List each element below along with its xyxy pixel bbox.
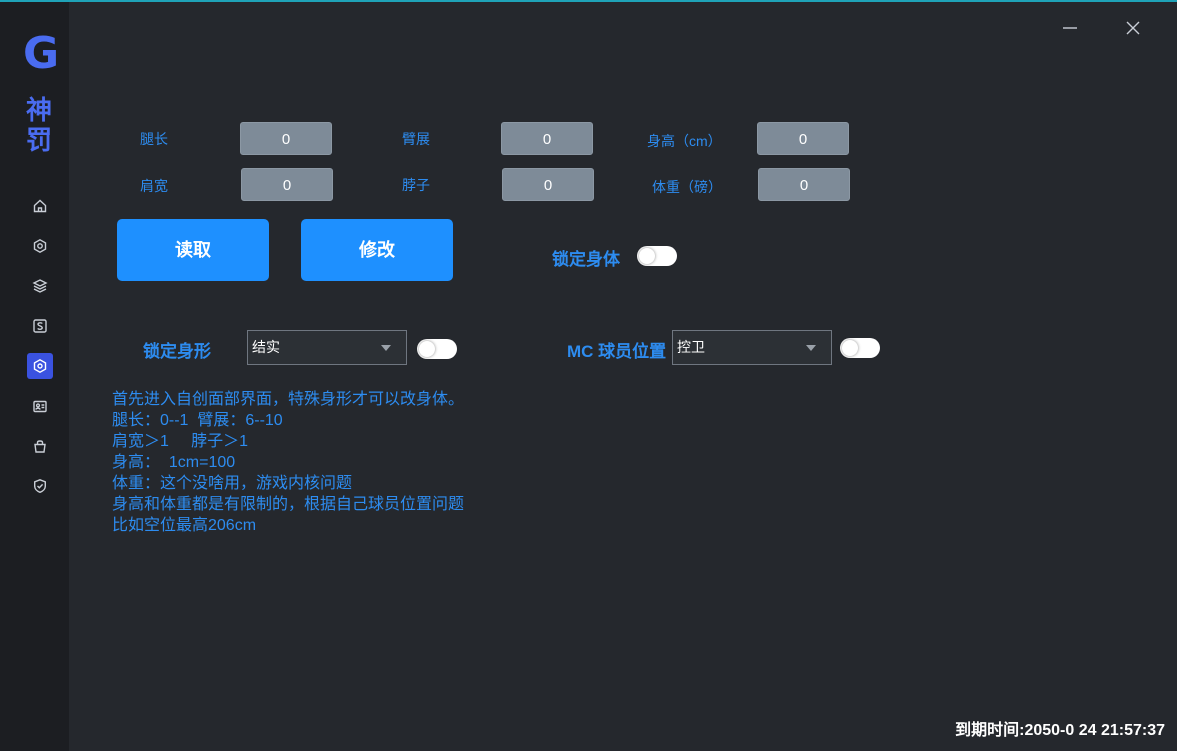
position-select[interactable]: 控卫 (672, 330, 832, 365)
mc-position-label: MC 球员位置 (567, 342, 667, 361)
close-icon (1126, 21, 1140, 35)
shoulder-width-label: 肩宽 (140, 178, 168, 194)
lock-shape-label: 锁定身形 (143, 342, 211, 361)
logo-char-1: 神 (25, 96, 52, 126)
app-logo: G (22, 28, 60, 79)
leg-length-label: 腿长 (140, 131, 168, 147)
minimize-button[interactable] (1058, 16, 1082, 40)
gear-hexagon-icon (33, 238, 47, 254)
sidebar-item-shop[interactable] (27, 433, 53, 459)
sidebar-item-account[interactable] (27, 393, 53, 419)
leg-length-field[interactable]: 0 (240, 122, 332, 155)
shoulder-width-field[interactable]: 0 (241, 168, 333, 201)
chevron-down-icon (381, 345, 391, 351)
mc-position-toggle[interactable] (840, 338, 880, 358)
note-line: 身高和体重都是有限制的，根据自己球员位置问题 (112, 496, 465, 513)
hexagon-target-icon (33, 358, 47, 374)
height-field[interactable]: 0 (757, 122, 849, 155)
height-label: 身高（cm） (647, 133, 722, 149)
sidebar: G 神 罚 (0, 2, 69, 751)
note-line: 体重：这个没啥用，游戏内核问题 (112, 475, 353, 492)
position-selected: 控卫 (677, 339, 705, 355)
sidebar-item-home[interactable] (27, 193, 53, 219)
lock-shape-toggle[interactable] (417, 339, 457, 359)
basket-icon (34, 440, 46, 453)
toggle-knob (419, 341, 435, 357)
note-line: 首先进入自创面部界面，特殊身形才可以改身体。 (112, 391, 465, 408)
close-button[interactable] (1121, 16, 1145, 40)
note-line: 比如空位最高206cm (112, 517, 257, 534)
home-icon (33, 199, 47, 213)
weight-label: 体重（磅） (652, 179, 722, 195)
arm-span-label: 臂展 (402, 131, 430, 147)
note-line: 身高： 1cm=100 (112, 454, 236, 471)
toggle-knob (639, 248, 655, 264)
read-button[interactable]: 读取 (117, 219, 269, 281)
arm-span-field[interactable]: 0 (501, 122, 593, 155)
s-box-icon (33, 319, 47, 333)
note-line: 腿长：0--1 臂展：6--10 (112, 412, 283, 429)
note-line: 肩宽＞1 脖子＞1 (112, 433, 249, 450)
sidebar-item-body[interactable] (27, 353, 53, 379)
toggle-knob (842, 340, 858, 356)
minimize-icon (1063, 27, 1077, 29)
modify-button[interactable]: 修改 (301, 219, 453, 281)
sidebar-item-s[interactable] (27, 313, 53, 339)
id-card-icon (33, 400, 47, 413)
body-shape-selected: 结实 (252, 339, 280, 355)
logo-char-2: 罚 (25, 126, 52, 156)
sidebar-item-security[interactable] (27, 473, 53, 499)
shield-check-icon (34, 479, 46, 494)
neck-label: 脖子 (402, 177, 430, 193)
lock-body-toggle[interactable] (637, 246, 677, 266)
instructions-text: 首先进入自创面部界面，特殊身形才可以改身体。 腿长：0--1 臂展：6--10 … (112, 389, 464, 536)
body-shape-select[interactable]: 结实 (247, 330, 407, 365)
app-logo-text: 神 罚 (24, 96, 54, 156)
expiry-time: 到期时间:2050-0 24 21:57:37 (955, 722, 1165, 739)
chevron-down-icon (806, 345, 816, 351)
layers-icon (32, 279, 48, 293)
weight-field[interactable]: 0 (758, 168, 850, 201)
sidebar-item-layers[interactable] (27, 273, 53, 299)
window-top-border (0, 0, 1177, 2)
sidebar-item-settings[interactable] (27, 233, 53, 259)
lock-body-label: 锁定身体 (552, 250, 620, 269)
neck-field[interactable]: 0 (502, 168, 594, 201)
